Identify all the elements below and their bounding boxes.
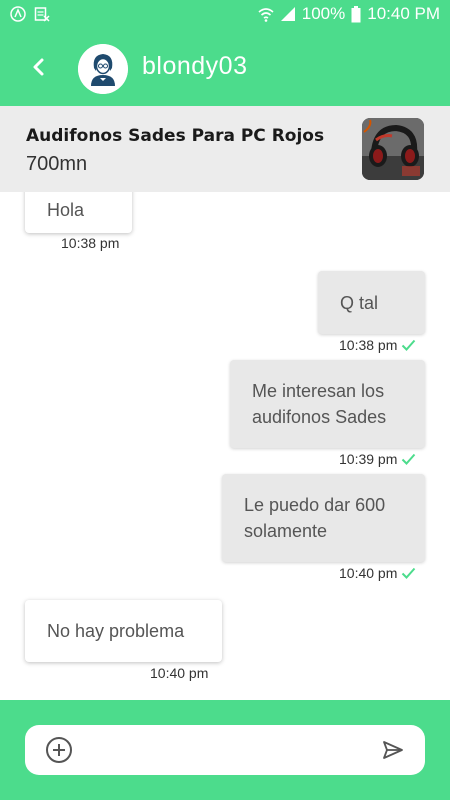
read-check-icon	[402, 453, 416, 465]
message-timestamp: 10:40 pm	[150, 665, 208, 681]
message-text: No hay problema	[47, 621, 185, 641]
system-indicators: 100% 10:40 PM	[258, 4, 440, 24]
message-bubble-incoming[interactable]: Hola	[25, 192, 132, 233]
product-banner[interactable]: Audifonos Sades Para PC Rojos 700mn	[0, 106, 450, 192]
read-check-icon	[402, 339, 416, 351]
message-bubble-outgoing[interactable]: Me interesan los audifonos Sades	[230, 360, 425, 448]
message-timestamp: 10:38 pm	[61, 235, 119, 251]
back-arrow-icon	[33, 58, 44, 76]
message-text: Q tal	[340, 292, 379, 313]
timestamp-text: 10:40 pm	[339, 565, 398, 581]
signal-icon	[280, 7, 295, 21]
send-icon	[383, 741, 403, 759]
timestamp-text: 10:40 pm	[150, 665, 209, 681]
composer-bar	[0, 700, 450, 800]
send-button[interactable]	[381, 738, 405, 762]
message-bubble-outgoing[interactable]: Q tal	[318, 271, 425, 334]
status-bar: 100% 10:40 PM	[0, 0, 450, 30]
headphones-photo	[362, 118, 424, 180]
message-text: Le puedo dar 600 solamente	[244, 495, 386, 541]
clock: 10:40 PM	[367, 4, 440, 23]
battery-icon	[351, 5, 361, 22]
timestamp-text: 10:38 pm	[61, 235, 120, 251]
contact-avatar[interactable]	[78, 44, 128, 94]
read-check-icon	[402, 567, 416, 579]
calendar-x-icon	[34, 7, 50, 22]
product-price: 700mn	[26, 153, 88, 175]
composer	[25, 725, 425, 775]
timestamp-text: 10:38 pm	[339, 337, 398, 353]
message-timestamp: 10:40 pm	[339, 565, 416, 581]
message-timestamp: 10:39 pm	[339, 451, 416, 467]
message-text: Me interesan los audifonos Sades	[252, 381, 387, 427]
wifi-icon	[258, 8, 274, 22]
product-thumbnail[interactable]	[362, 118, 424, 180]
notification-icons	[10, 6, 50, 22]
chat-header: blondy03	[0, 30, 450, 106]
message-bubble-outgoing[interactable]: Le puedo dar 600 solamente	[222, 474, 425, 562]
contact-name[interactable]: blondy03	[142, 52, 247, 81]
app-notification-icon	[10, 6, 26, 22]
message-bubble-incoming[interactable]: No hay problema	[25, 600, 222, 662]
back-button[interactable]	[24, 52, 54, 82]
battery-percent: 100%	[301, 4, 346, 23]
product-title: Audifonos Sades Para PC Rojos	[26, 126, 325, 146]
add-attachment-button[interactable]	[45, 736, 73, 764]
message-text: Hola	[47, 199, 85, 220]
message-list[interactable]: Hola 10:38 pm Q tal 10:38 pm Me interesa…	[0, 192, 450, 700]
message-timestamp: 10:38 pm	[339, 337, 416, 353]
timestamp-text: 10:39 pm	[339, 451, 398, 467]
user-avatar-icon	[78, 44, 128, 94]
plus-circle-icon	[46, 737, 72, 763]
message-input[interactable]	[89, 735, 369, 765]
